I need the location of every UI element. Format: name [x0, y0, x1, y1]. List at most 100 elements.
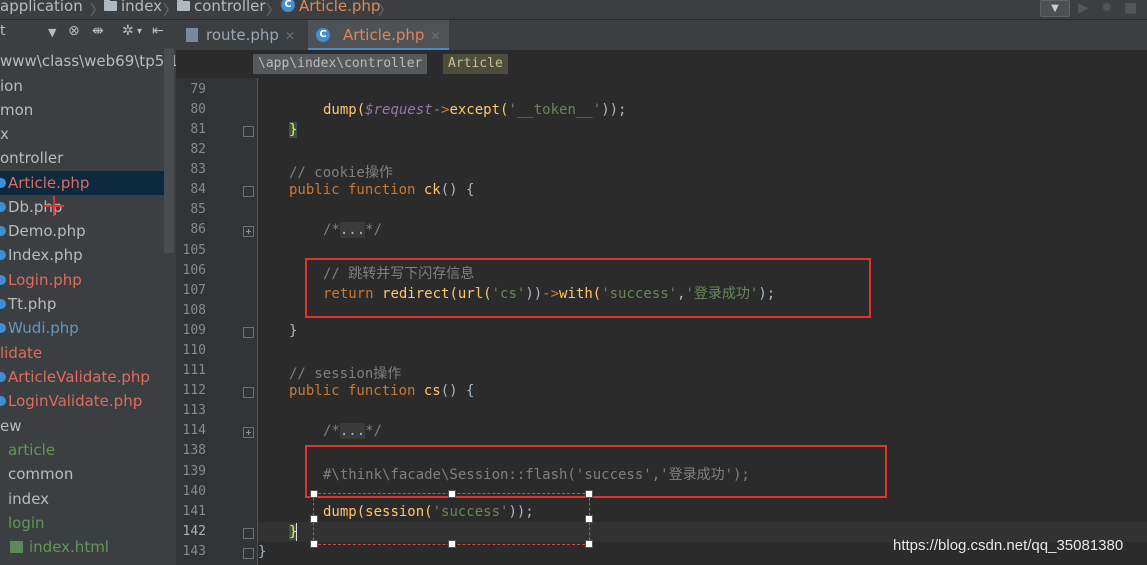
tree-item-folder[interactable]: index	[0, 487, 164, 511]
annotation-box-redirect	[305, 258, 871, 318]
editor-tab-bar: route.php ✕ C Article.php ✕	[176, 20, 1147, 51]
fold-marker-icon[interactable]	[243, 548, 254, 559]
close-icon[interactable]: ✕	[285, 29, 295, 43]
resize-handle[interactable]	[310, 490, 318, 498]
tree-item-file[interactable]: Wudi.php	[0, 316, 164, 340]
line-number: 140	[182, 484, 206, 499]
tree-item-file[interactable]: Db.php	[0, 195, 164, 219]
resize-handle[interactable]	[585, 490, 593, 498]
selection-box-dump[interactable]	[313, 493, 590, 545]
code-line-84[interactable]: public function ck() {	[289, 182, 474, 198]
php-file-icon	[186, 27, 198, 42]
tree-item-folder[interactable]: x	[0, 122, 164, 146]
php-class-icon	[0, 372, 6, 382]
tree-path-root[interactable]: www\class\web69\tp5.1	[0, 49, 176, 73]
tree-item-folder[interactable]: lidate	[0, 341, 164, 365]
coverage-icon[interactable]: ■	[1124, 0, 1137, 16]
breadcrumb-application[interactable]: application	[0, 0, 83, 15]
tree-item-folder[interactable]: ion	[0, 74, 164, 98]
fold-marker-icon[interactable]	[243, 186, 254, 197]
php-class-icon	[0, 250, 6, 260]
gear-icon[interactable]: ✲	[122, 23, 134, 39]
resize-handle[interactable]	[585, 540, 593, 548]
line-number: 111	[182, 363, 206, 378]
tree-item-file[interactable]: LoginValidate.php	[0, 389, 164, 413]
tree-item-folder[interactable]: ew	[0, 414, 164, 438]
code-line-143[interactable]: }	[258, 544, 266, 560]
tree-item-file[interactable]: Demo.php	[0, 219, 164, 243]
breadcrumb-class[interactable]: Article	[443, 54, 508, 74]
chevron-down-icon[interactable]: ▼	[48, 26, 56, 39]
breadcrumb-index[interactable]: index	[104, 0, 162, 15]
fold-marker-icon[interactable]	[243, 327, 254, 338]
folder-icon	[104, 0, 117, 11]
hide-panel-icon[interactable]: ⇤	[152, 23, 164, 39]
code-line-112[interactable]: public function cs() {	[289, 383, 474, 399]
expand-fold-icon[interactable]	[243, 427, 254, 438]
code-line-81[interactable]: }	[289, 122, 298, 138]
project-view-label[interactable]: t	[0, 23, 6, 39]
breadcrumb-separator: 〉	[266, 3, 280, 19]
breadcrumb-namespace[interactable]: \app\index\controller	[253, 54, 428, 74]
tab-article-php[interactable]: C Article.php ✕	[308, 20, 449, 50]
chevron-down-icon[interactable]: ▾	[137, 26, 142, 37]
breadcrumb-separator: 〉	[90, 3, 104, 19]
code-line-86[interactable]: /*...*/	[323, 222, 382, 238]
php-class-icon	[0, 396, 6, 406]
run-icon[interactable]: ▶	[1078, 0, 1089, 16]
line-number: 105	[182, 243, 206, 258]
close-icon[interactable]: ✕	[430, 29, 440, 43]
code-line-111[interactable]: // session操作	[289, 363, 401, 383]
breadcrumb-controller[interactable]: controller	[177, 0, 266, 15]
tree-item-file[interactable]: index.html	[0, 535, 164, 559]
resize-handle[interactable]	[448, 490, 456, 498]
tree-item-file[interactable]: Login.php	[0, 268, 164, 292]
line-number: 86	[190, 222, 206, 237]
breadcrumb-article-file[interactable]: C Article.php	[281, 0, 380, 15]
html-file-icon	[10, 541, 23, 553]
fold-marker-icon[interactable]	[243, 387, 254, 398]
tree-item-folder[interactable]: common	[0, 462, 164, 486]
resize-handle[interactable]	[585, 515, 593, 523]
tree-item-folder[interactable]: login	[0, 511, 164, 535]
run-config-dropdown[interactable]: ▼	[1040, 0, 1070, 17]
tree-item-file[interactable]: Article.php	[0, 171, 164, 195]
sidebar-scrollbar[interactable]	[164, 48, 174, 253]
tab-route-php[interactable]: route.php ✕	[186, 20, 301, 50]
gutter-divider	[257, 78, 258, 565]
resize-handle[interactable]	[448, 540, 456, 548]
debug-icon[interactable]: ✹	[1101, 0, 1113, 16]
code-line-83[interactable]: // cookie操作	[289, 162, 393, 182]
chevron-down-icon: ▼	[1051, 3, 1059, 14]
line-number: 143	[182, 544, 206, 559]
tree-item-folder[interactable]: article	[0, 438, 164, 462]
code-line-114[interactable]: /*...*/	[323, 423, 382, 439]
php-class-icon	[0, 226, 6, 236]
tree-item-file[interactable]: ArticleValidate.php	[0, 365, 164, 389]
php-class-icon: C	[316, 27, 330, 42]
editor-breadcrumb: \app\index\controller Article	[176, 51, 1147, 78]
line-number: 80	[190, 102, 206, 117]
code-line-109[interactable]: }	[289, 323, 297, 339]
expand-fold-icon[interactable]	[243, 226, 254, 237]
tree-item-file[interactable]: Tt.php	[0, 292, 164, 316]
php-class-icon	[0, 299, 6, 309]
code-line-80[interactable]: dump($request->except('__token__'));	[323, 102, 626, 118]
php-class-icon	[0, 275, 6, 285]
navigation-bar: application 〉 index 〉 controller 〉 C Arti…	[0, 0, 1147, 20]
tree-item-folder[interactable]: mon	[0, 98, 164, 122]
fold-marker-icon[interactable]	[243, 126, 254, 137]
resize-handle[interactable]	[310, 540, 318, 548]
tree-item-file[interactable]: Index.php	[0, 243, 164, 267]
breadcrumb-separator: 〉	[378, 3, 392, 19]
line-number: 85	[190, 202, 206, 217]
collapse-all-icon[interactable]: ⇼	[92, 23, 104, 39]
locate-icon[interactable]: ⊗	[68, 23, 80, 39]
text-caret	[296, 523, 297, 541]
resize-handle[interactable]	[310, 515, 318, 523]
line-number: 113	[182, 403, 206, 418]
line-number: 83	[190, 162, 206, 177]
fold-marker-icon[interactable]	[243, 528, 254, 539]
tree-item-folder[interactable]: ontroller	[0, 146, 164, 170]
sidebar-toolbar: t ▼ ⊗ ⇼ ✲ ▾ ⇤	[0, 20, 176, 46]
